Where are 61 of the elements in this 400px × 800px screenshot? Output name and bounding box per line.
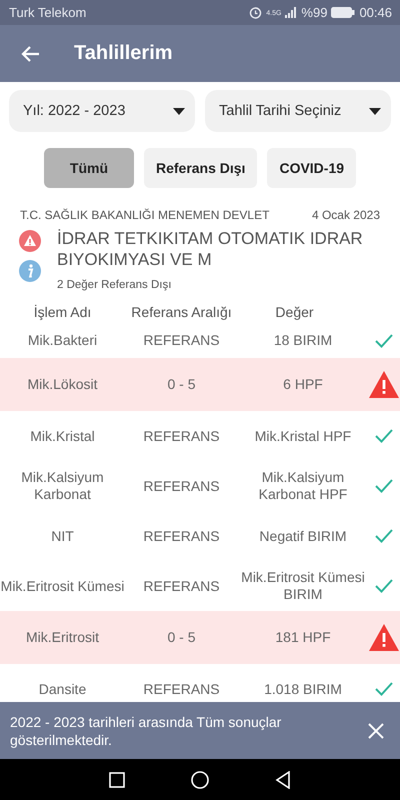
close-icon[interactable] <box>368 722 384 738</box>
table-cell-text: REFERANS <box>142 332 221 349</box>
filter-chip[interactable]: Tümü <box>44 148 134 188</box>
table-cell-text: 6 HPF <box>282 376 324 393</box>
battery-percent: %99 <box>301 5 328 20</box>
table-cell-text: 18 BIRIM <box>272 332 334 349</box>
table-cell-text: REFERANS <box>142 528 221 544</box>
column-header: Değer <box>274 304 315 320</box>
summary-text: 2 Değer Referans Dışı <box>57 279 172 291</box>
filter-chip[interactable]: COVID-19 <box>267 148 356 188</box>
back-arrow-icon[interactable] <box>20 44 40 62</box>
table-cell-text: Mik.Kalsiyum Karbonat <box>20 469 105 503</box>
dropdown[interactable]: Tahlil Tarihi Seçiniz <box>205 90 391 132</box>
screen-title: Tahlillerim <box>74 42 173 65</box>
check-icon <box>375 334 393 348</box>
check-icon <box>375 429 393 443</box>
table-cell-text: REFERANS <box>142 680 221 698</box>
warning-icon <box>369 624 399 651</box>
signal-icon <box>285 7 298 18</box>
table-cell-text: 181 HPF <box>274 629 332 646</box>
test-title: İDRAR TETKIKITAM OTOMATIK IDRAR BIYOKIMYASI VE M <box>57 228 364 270</box>
caret-icon <box>369 108 381 114</box>
table-cell-text: Mik.Lökosit <box>26 376 99 393</box>
circle-icon[interactable] <box>191 770 209 788</box>
filter-chip[interactable]: Referans Dışı <box>144 148 258 188</box>
check-icon <box>375 579 393 593</box>
table-cell-text: Mik.Kalsiyum Karbonat HPF <box>258 469 348 503</box>
dropdown[interactable]: Yıl: 2022 - 2023 <box>9 90 195 132</box>
table-cell-text: Mik.Bakteri <box>26 332 98 349</box>
triangle-icon[interactable] <box>275 770 291 788</box>
table-cell-text: 0 - 5 <box>166 629 196 646</box>
caret-icon <box>173 108 185 114</box>
table-cell-text: Negatif BIRIM <box>258 528 348 544</box>
check-icon <box>375 529 393 543</box>
column-header: İşlem Adı <box>32 304 92 320</box>
table-cell-text: REFERANS <box>142 428 221 444</box>
warning-icon <box>369 371 399 398</box>
table-cell-text: Mik.Kristal HPF <box>254 428 352 444</box>
table-cell-text: Dansite <box>38 680 88 698</box>
alarm-icon <box>249 6 262 19</box>
table-cell-text: Mik.Eritrosit Kümesi BIRIM <box>240 569 366 603</box>
hospital-name: T.C. SAĞLIK BAKANLIĞI MENEMEN DEVLET <box>20 208 270 222</box>
info-icon <box>19 260 41 282</box>
battery-icon <box>331 7 356 18</box>
table-cell-text: REFERANS <box>142 578 221 594</box>
carrier-name: Turk Telekom <box>9 5 86 20</box>
check-icon <box>375 682 393 696</box>
table-cell-text: Mik.Kristal <box>29 428 96 444</box>
snackbar-message: 2022 - 2023 tarihleri arasında Tüm sonuçlar gösterilmektedir. <box>10 712 282 748</box>
table-cell: Mik.Eritrosit Kümesi <box>0 578 125 594</box>
warning-icon <box>19 230 41 252</box>
table-cell-text: NIT <box>50 528 75 544</box>
column-header: Referans Aralığı <box>130 304 233 320</box>
clock: 00:46 <box>359 5 392 20</box>
table-cell-text: Mik.Eritrosit <box>24 629 100 646</box>
table-cell-text: REFERANS <box>142 478 221 494</box>
result-date: 4 Ocak 2023 <box>312 208 380 222</box>
square-icon[interactable] <box>109 772 125 788</box>
check-icon <box>375 479 393 493</box>
table-cell-text: 1.018 BIRIM <box>263 680 343 698</box>
table-cell-text: 0 - 5 <box>166 376 196 393</box>
